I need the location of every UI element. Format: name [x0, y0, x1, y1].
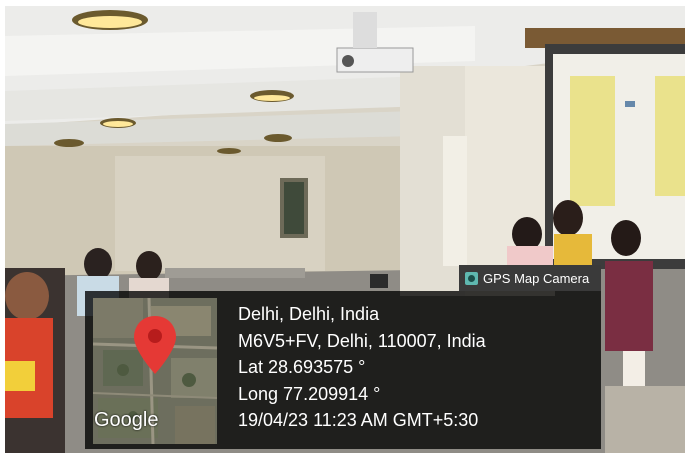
location-overlay: Google Delhi, Delhi, India M6V5+FV, Delh… [85, 291, 601, 449]
photo-frame: GPS Map Camera Google Delhi, Delhi, Indi… [5, 6, 685, 453]
gps-map-camera-label: GPS Map Camera [483, 270, 590, 286]
longitude: Long 77.209914 ° [238, 383, 381, 404]
address: M6V5+FV, Delhi, 110007, India [238, 330, 486, 351]
timestamp: 19/04/23 11:23 AM GMT+5:30 [238, 410, 479, 430]
latitude: Lat 28.693575 ° [238, 357, 366, 377]
gps-map-camera-icon [465, 271, 478, 285]
place-name: Delhi, Delhi, India [238, 304, 380, 324]
location-details: Delhi, Delhi, India M6V5+FV, Delhi, 1100… [238, 301, 486, 434]
google-watermark: Google [94, 409, 159, 431]
gps-map-camera-badge: GPS Map Camera [459, 265, 601, 291]
